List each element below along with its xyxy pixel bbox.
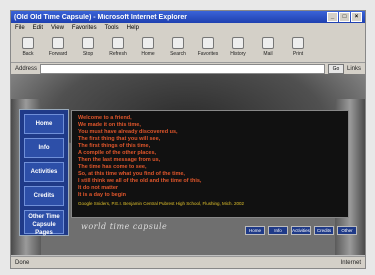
history-label: History — [230, 51, 246, 57]
message-line: The first thing that you will see, — [78, 136, 161, 142]
refresh-icon — [112, 37, 124, 49]
toolbar: Back Forward Stop Refresh Home Search Fa… — [11, 32, 365, 63]
go-button[interactable]: Go — [327, 63, 344, 74]
print-button[interactable]: Print — [285, 35, 311, 59]
menu-edit[interactable]: Edit — [33, 25, 43, 31]
mail-button[interactable]: Mail — [255, 35, 281, 59]
home-icon — [142, 37, 154, 49]
nav-info[interactable]: Info — [24, 138, 64, 158]
message-panel: Welcome to a friend, We made it on this … — [71, 110, 349, 218]
home-label: Home — [141, 51, 155, 57]
message-line: A compile of the other places, — [78, 150, 157, 156]
close-button[interactable]: × — [351, 12, 362, 22]
search-icon — [172, 37, 184, 49]
mail-label: Mail — [263, 51, 273, 57]
zone-indicator: Internet — [340, 259, 361, 266]
search-label: Search — [170, 51, 186, 57]
message-line: You must have already discovered us, — [78, 129, 178, 135]
refresh-label: Refresh — [109, 51, 127, 57]
credit-line: Google Sniders, P.E.I. Benjamin Central … — [78, 201, 245, 206]
bottom-nav-home[interactable]: Home — [245, 226, 265, 235]
forward-label: Forward — [48, 51, 68, 57]
message-line: We made it on this time, — [78, 122, 141, 128]
stop-label: Stop — [82, 51, 94, 57]
nav-other-pages[interactable]: Other Time Capsule Pages — [24, 210, 64, 236]
browser-window: (Old Old Time Capsule) - Microsoft Inter… — [10, 10, 366, 269]
nav-activities[interactable]: Activities — [24, 162, 64, 182]
bottom-nav-info[interactable]: Info — [268, 226, 288, 235]
address-input[interactable] — [40, 63, 325, 74]
menu-bar: File Edit View Favorites Tools Help — [11, 23, 365, 32]
message-line: It is a day to begin — [78, 192, 126, 198]
refresh-button[interactable]: Refresh — [105, 35, 131, 59]
back-icon — [22, 37, 34, 49]
print-label: Print — [292, 51, 304, 57]
menu-view[interactable]: View — [51, 25, 64, 31]
history-button[interactable]: History — [225, 35, 251, 59]
stop-icon — [82, 37, 94, 49]
menu-file[interactable]: File — [15, 25, 25, 31]
star-icon — [202, 37, 214, 49]
back-button[interactable]: Back — [15, 35, 41, 59]
web-page: Home Info Activities Credits Other Time … — [11, 74, 365, 255]
message-line: Welcome to a friend, — [78, 115, 132, 121]
maximize-button[interactable]: □ — [339, 12, 350, 22]
nav-credits[interactable]: Credits — [24, 186, 64, 206]
monitor-frame: (Old Old Time Capsule) - Microsoft Inter… — [0, 0, 375, 275]
minimize-button[interactable]: _ — [327, 12, 338, 22]
forward-button[interactable]: Forward — [45, 35, 71, 59]
message-line: I still think we all of the old and the … — [78, 178, 202, 184]
back-label: Back — [22, 51, 34, 57]
bottom-nav-activities[interactable]: Activities — [291, 226, 311, 235]
stop-button[interactable]: Stop — [75, 35, 101, 59]
status-bar: Done Internet — [11, 256, 365, 268]
bottom-nav-credits[interactable]: Credits — [314, 226, 334, 235]
window-titlebar: (Old Old Time Capsule) - Microsoft Inter… — [11, 11, 365, 23]
menu-favorites[interactable]: Favorites — [72, 25, 97, 31]
message-line: So, at this time what you find of the ti… — [78, 171, 185, 177]
links-label[interactable]: Links — [347, 66, 361, 72]
favorites-label: Favorites — [197, 51, 219, 57]
favorites-button[interactable]: Favorites — [195, 35, 221, 59]
bottom-navigation: Home Info Activities Credits Other — [245, 226, 357, 235]
forward-icon — [52, 37, 64, 49]
mail-icon — [262, 37, 274, 49]
message-line: The first things of this time, — [78, 143, 151, 149]
search-button[interactable]: Search — [165, 35, 191, 59]
message-line: The time has come to see, — [78, 164, 147, 170]
history-icon — [232, 37, 244, 49]
menu-tools[interactable]: Tools — [105, 25, 119, 31]
message-line: Then the last message from us, — [78, 157, 161, 163]
address-label: Address — [15, 65, 38, 72]
side-navigation: Home Info Activities Credits Other Time … — [19, 109, 69, 236]
nav-home[interactable]: Home — [24, 114, 64, 134]
printer-icon — [292, 37, 304, 49]
status-text: Done — [15, 259, 30, 266]
home-button[interactable]: Home — [135, 35, 161, 59]
bottom-nav-other[interactable]: Other — [337, 226, 357, 235]
window-title: (Old Old Time Capsule) - Microsoft Inter… — [14, 13, 187, 21]
message-line: It do not matter — [78, 185, 119, 191]
menu-help[interactable]: Help — [127, 25, 139, 31]
site-title: world time capsule — [81, 222, 168, 231]
